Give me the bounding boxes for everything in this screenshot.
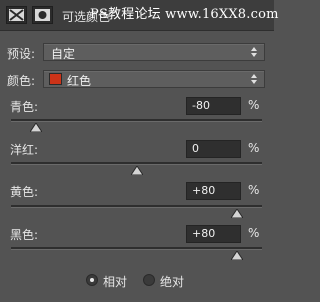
black-percent: % xyxy=(248,226,260,240)
relative-label: 相对 xyxy=(103,275,128,289)
yellow-slider-track[interactable] xyxy=(11,205,262,208)
relative-radio[interactable] xyxy=(86,274,98,286)
magenta-value-field[interactable]: 0 xyxy=(186,140,241,158)
cyan-percent: % xyxy=(248,98,260,112)
absolute-label: 绝对 xyxy=(160,275,185,289)
select-arrows-icon xyxy=(251,74,257,84)
watermark-text: PS教程论坛 www.16XX8.com xyxy=(90,7,279,22)
magenta-slider-track[interactable] xyxy=(11,162,262,165)
yellow-slider-thumb[interactable] xyxy=(230,209,243,218)
cyan-slider-thumb[interactable] xyxy=(30,123,43,132)
magenta-percent: % xyxy=(248,141,260,155)
yellow-value-field[interactable]: +80 xyxy=(186,182,241,200)
select-arrows-icon xyxy=(251,47,257,57)
magenta-slider-thumb[interactable] xyxy=(130,166,143,175)
cyan-slider-track[interactable] xyxy=(11,119,262,122)
black-slider-track[interactable] xyxy=(11,247,262,250)
colors-select[interactable]: 红色 xyxy=(43,70,265,88)
panel-titlebar: 可选颜色 PS教程论坛 www.16XX8.com xyxy=(0,0,278,31)
preset-value: 自定 xyxy=(51,47,76,61)
cyan-value-field[interactable]: -80 xyxy=(186,97,241,115)
black-value-field[interactable]: +80 xyxy=(186,225,241,243)
layer-mask-icon[interactable] xyxy=(32,6,53,24)
preset-label: 预设: xyxy=(7,47,36,61)
color-swatch xyxy=(49,73,62,85)
colors-label: 颜色: xyxy=(7,74,36,88)
absolute-radio[interactable] xyxy=(143,274,155,286)
black-slider-thumb[interactable] xyxy=(230,251,243,260)
adjustment-layer-icon[interactable] xyxy=(6,6,27,24)
black-label: 黑色: xyxy=(10,228,39,242)
preset-select[interactable]: 自定 xyxy=(43,43,265,61)
cyan-label: 青色: xyxy=(10,100,39,114)
yellow-percent: % xyxy=(248,183,260,197)
yellow-label: 黄色: xyxy=(10,185,39,199)
colors-value: 红色 xyxy=(67,74,92,88)
magenta-label: 洋红: xyxy=(10,143,39,157)
